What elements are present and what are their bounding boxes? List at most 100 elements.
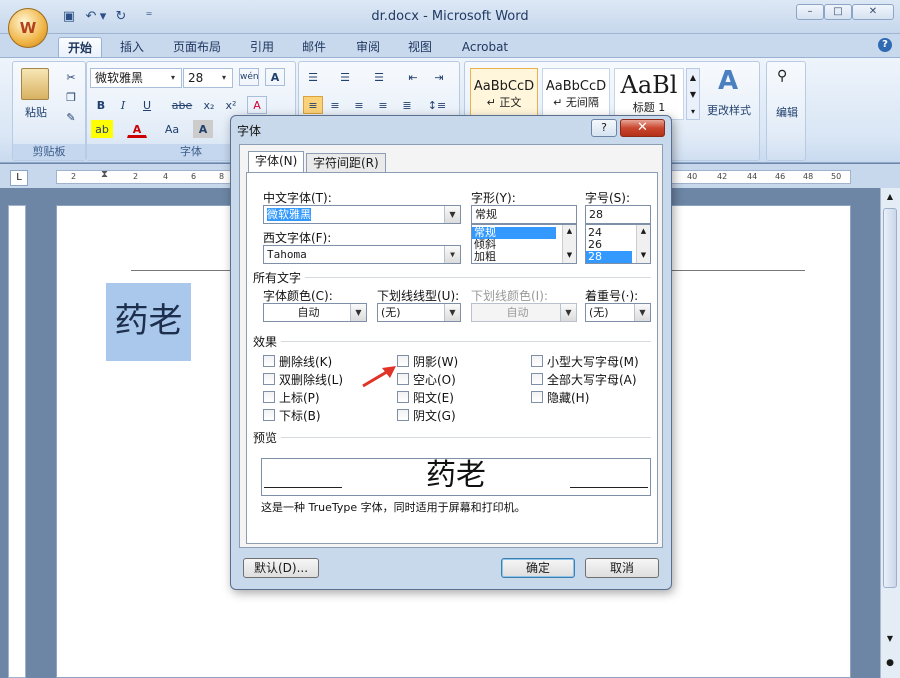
numbering-icon[interactable]: ☰ (335, 68, 355, 86)
size-list-scrollbar[interactable]: ▲ ▼ (636, 225, 650, 263)
selected-document-text[interactable]: 药老 (106, 283, 191, 361)
superscript-checkbox[interactable] (263, 391, 275, 403)
font-color-label: 字体颜色(C): (263, 289, 333, 303)
tab-font[interactable]: 字体(N) (248, 151, 305, 173)
subscript-checkbox[interactable] (263, 409, 275, 421)
bold-button[interactable]: B (91, 96, 111, 114)
scroll-thumb[interactable] (883, 208, 897, 588)
tab-view[interactable]: 视图 (398, 37, 442, 58)
align-center-icon[interactable]: ≡ (325, 96, 345, 114)
superscript-button[interactable]: x² (221, 96, 241, 114)
indent-marker-icon[interactable]: ⧗ (101, 169, 108, 180)
tab-selector-icon[interactable]: L (10, 170, 28, 186)
scroll-up-icon[interactable]: ▲ (883, 192, 897, 206)
justify-icon[interactable]: ≡ (373, 96, 393, 114)
style-no-spacing[interactable]: AaBbCcD ↵ 无间隔 (542, 68, 610, 120)
cn-font-select[interactable]: 微软雅黑 ▼ (263, 205, 461, 224)
char-border-button[interactable]: A (265, 68, 285, 86)
edit-button[interactable]: 编辑 (771, 104, 803, 120)
vertical-ruler[interactable] (8, 205, 26, 678)
size-listbox[interactable]: 24 26 28 ▲ ▼ (585, 224, 651, 264)
strikethrough-checkbox[interactable] (263, 355, 275, 367)
font-color-select[interactable]: 自动 ▼ (263, 303, 367, 322)
tab-insert[interactable]: 插入 (110, 37, 154, 58)
distributed-icon[interactable]: ≣ (397, 96, 417, 114)
ok-button[interactable]: 确定 (501, 558, 575, 578)
subscript-button[interactable]: x₂ (199, 96, 219, 114)
tab-home[interactable]: 开始 (58, 37, 102, 58)
change-styles-icon: A (717, 66, 739, 96)
underline-button[interactable]: U (137, 96, 157, 114)
pinyin-guide-button[interactable]: wén (239, 68, 259, 86)
office-button[interactable]: W (8, 8, 48, 48)
minimize-button[interactable]: – (796, 4, 824, 20)
west-font-select[interactable]: Tahoma ▼ (263, 245, 461, 264)
font-color-button[interactable]: A (127, 120, 147, 138)
tab-review[interactable]: 审阅 (346, 37, 390, 58)
align-left-icon[interactable]: ≡ (303, 96, 323, 114)
change-styles-button[interactable]: 更改样式 (700, 102, 758, 118)
paste-button[interactable]: 粘贴 (19, 104, 53, 120)
style-no-spacing-sample: AaBbCcD (545, 79, 607, 94)
paste-icon[interactable] (21, 68, 49, 100)
size-input[interactable]: 28 (585, 205, 651, 224)
underline-type-select[interactable]: (无) ▼ (377, 303, 461, 322)
chevron-down-icon: ▼ (350, 304, 366, 321)
double-strike-checkbox[interactable] (263, 373, 275, 385)
cut-icon[interactable]: ✂ (61, 68, 81, 86)
font-name-combo[interactable]: 微软雅黑 ▾ (90, 68, 182, 88)
small-caps-checkbox[interactable] (531, 355, 543, 367)
char-shading-button[interactable]: A (193, 120, 213, 138)
format-painter-icon[interactable]: ✎ (61, 108, 81, 126)
style-normal[interactable]: AaBbCcD ↵ 正文 (470, 68, 538, 120)
dialog-help-button[interactable]: ? (591, 119, 617, 137)
vertical-scrollbar[interactable]: ▲ ▼ ● (880, 188, 900, 678)
scroll-down-icon[interactable]: ▼ (883, 634, 897, 648)
bullets-icon[interactable]: ☰ (303, 68, 323, 86)
engrave-checkbox[interactable] (397, 409, 409, 421)
strikethrough-button[interactable]: abe (169, 96, 195, 114)
tab-char-spacing[interactable]: 字符间距(R) (306, 153, 386, 173)
tab-page-layout[interactable]: 页面布局 (166, 37, 228, 58)
preview-heading: 预览 (253, 431, 278, 445)
default-button[interactable]: 默认(D)... (243, 558, 319, 578)
close-button[interactable]: ✕ (852, 4, 894, 20)
dialog-close-button[interactable]: ✕ (620, 119, 665, 137)
change-case-button[interactable]: Aa (159, 120, 185, 138)
emphasis-select[interactable]: (无) ▼ (585, 303, 651, 322)
ruler-tick: 48 (803, 172, 814, 181)
italic-button[interactable]: I (113, 96, 133, 114)
red-arrow-icon (362, 366, 396, 388)
font-size-combo[interactable]: 28 ▾ (183, 68, 233, 88)
all-caps-checkbox[interactable] (531, 373, 543, 385)
maximize-button[interactable]: □ (824, 4, 852, 20)
style-listbox[interactable]: 常规 倾斜 加粗 ▲ ▼ (471, 224, 577, 264)
tab-acrobat[interactable]: Acrobat (456, 37, 514, 58)
align-right-icon[interactable]: ≡ (349, 96, 369, 114)
style-heading1[interactable]: AaBl 标题 1 (614, 68, 684, 120)
west-font-value: Tahoma (267, 248, 307, 261)
emboss-checkbox[interactable] (397, 391, 409, 403)
style-list-scrollbar[interactable]: ▲ ▼ (562, 225, 576, 263)
font-dialog: 字体 ? ✕ 字体(N) 字符间距(R) 中文字体(T): 微软雅黑 ▼ 字形(Y… (230, 115, 672, 590)
help-icon[interactable]: ? (878, 38, 892, 52)
copy-icon[interactable]: ❐ (61, 88, 81, 106)
multilevel-list-icon[interactable]: ☰ (369, 68, 389, 86)
clear-format-button[interactable]: A (247, 96, 267, 114)
line-spacing-icon[interactable]: ↕≡ (423, 96, 451, 114)
tab-references[interactable]: 引用 (240, 37, 284, 58)
browse-object-icon[interactable]: ● (883, 658, 897, 672)
style-option[interactable]: 加粗 (472, 251, 576, 263)
highlight-button[interactable]: ab (91, 120, 113, 138)
decrease-indent-icon[interactable]: ⇤ (403, 68, 423, 86)
cn-font-value: 微软雅黑 (267, 208, 311, 221)
preview-line-right (570, 487, 648, 488)
hidden-checkbox[interactable] (531, 391, 543, 403)
styles-scroll[interactable]: ▲ ▼ ▾ (686, 68, 700, 120)
size-option[interactable]: 28 (586, 251, 632, 263)
increase-indent-icon[interactable]: ⇥ (429, 68, 449, 86)
cancel-button[interactable]: 取消 (585, 558, 659, 578)
emboss-label: 阳文(E) (413, 391, 454, 405)
style-input[interactable]: 常规 (471, 205, 577, 224)
tab-mailings[interactable]: 邮件 (292, 37, 336, 58)
